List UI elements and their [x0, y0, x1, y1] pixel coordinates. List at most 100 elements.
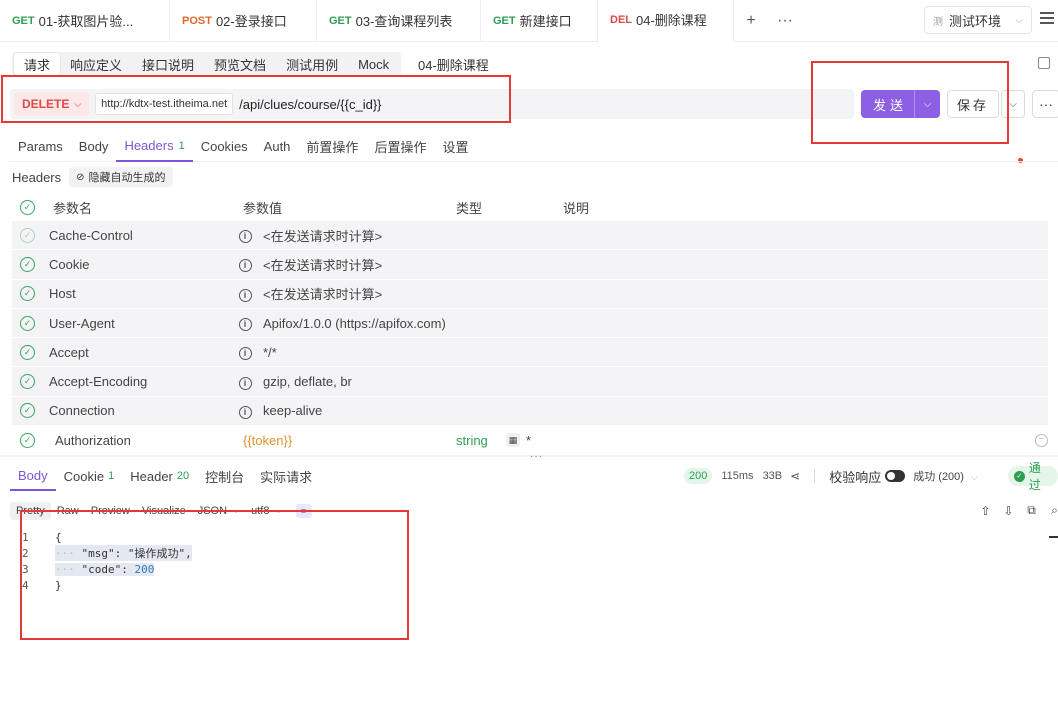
- save-dropdown-icon[interactable]: ⌵: [1001, 90, 1025, 118]
- json-value: "操作成功": [127, 547, 186, 560]
- more-options-icon[interactable]: ···: [1032, 90, 1058, 118]
- info-icon[interactable]: i: [238, 376, 252, 390]
- add-tab-icon[interactable]: +: [734, 0, 768, 42]
- view-visualize[interactable]: Visualize: [136, 502, 192, 520]
- toggle-switch[interactable]: [885, 470, 906, 482]
- tab-method: GET: [329, 14, 352, 27]
- menu-icon[interactable]: [1040, 12, 1054, 26]
- panel-splitter[interactable]: [0, 455, 1058, 457]
- download-icon[interactable]: ⇩: [997, 504, 1020, 518]
- base-url-prefix[interactable]: http://kdtx-test.itheima.net: [95, 93, 234, 115]
- header-value: <在发送请求时计算>: [263, 257, 383, 273]
- row-checkbox[interactable]: ✓: [20, 227, 35, 243]
- hide-auto-headers-button[interactable]: ⊘ 隐藏自动生成的: [69, 167, 173, 187]
- remove-row-icon[interactable]: −: [1035, 433, 1048, 447]
- view-pretty[interactable]: Pretty: [10, 502, 51, 520]
- copy-icon[interactable]: ⧉: [1020, 503, 1043, 518]
- required-star[interactable]: *: [526, 433, 531, 448]
- info-icon[interactable]: i: [238, 347, 252, 361]
- subtab-test-cases[interactable]: 测试用例: [276, 53, 348, 75]
- method-label: DELETE: [22, 97, 70, 111]
- row-checkbox[interactable]: ✓: [20, 315, 35, 331]
- status-badge: 200: [684, 468, 713, 484]
- url-path-input[interactable]: /api/clues/course/{{c_id}}: [239, 97, 381, 112]
- row-checkbox[interactable]: ✓: [20, 374, 35, 390]
- tab-body[interactable]: Body: [71, 132, 117, 162]
- tab-auth[interactable]: Auth: [256, 132, 299, 162]
- success-selector[interactable]: 成功 (200) ⌵: [913, 468, 978, 484]
- column-value: 参数值: [243, 200, 283, 216]
- response-size: 33B: [762, 470, 783, 482]
- table-row: ✓ Connection i keep-alive: [12, 396, 1048, 427]
- encoding-selector[interactable]: utf8 ⌵: [245, 502, 287, 520]
- scrollbar[interactable]: [1049, 536, 1058, 538]
- code-line: 2 ··· "msg": "操作成功",: [22, 545, 192, 561]
- tab-pre-operations[interactable]: 前置操作: [298, 132, 366, 162]
- tab-console[interactable]: 控制台: [197, 461, 252, 491]
- select-all-checkbox[interactable]: ✓: [20, 199, 35, 215]
- format-icon[interactable]: ≡: [295, 504, 312, 518]
- tab-get-captcha[interactable]: GET 01-获取图片验...: [0, 0, 170, 42]
- validate-response-toggle[interactable]: 校验响应: [829, 467, 906, 486]
- response-view-bar: Pretty Raw Preview Visualize JSON ⌵ utf8…: [10, 502, 312, 520]
- variable-icon[interactable]: ▦: [506, 433, 520, 448]
- view-raw[interactable]: Raw: [51, 502, 85, 520]
- sidebar-toggle-icon[interactable]: [1038, 57, 1050, 69]
- tab-actual-request[interactable]: 实际请求: [252, 461, 320, 491]
- format-selector[interactable]: JSON ⌵: [192, 502, 245, 520]
- tab-delete-course[interactable]: DEL 04-删除课程: [598, 0, 734, 42]
- tab-label: 02-登录接口: [215, 14, 287, 29]
- tab-headers[interactable]: Headers 1: [116, 132, 193, 162]
- tab-response-header[interactable]: Header 20: [122, 461, 197, 491]
- search-icon[interactable]: ⌕: [1043, 503, 1058, 518]
- info-icon[interactable]: i: [238, 288, 252, 302]
- tab-cookies[interactable]: Cookies: [193, 132, 256, 162]
- more-tabs-icon[interactable]: ···: [768, 0, 802, 42]
- info-icon[interactable]: i: [238, 259, 252, 273]
- tab-new-api[interactable]: GET 新建接口: [481, 0, 598, 42]
- save-button[interactable]: 保存: [947, 90, 999, 118]
- pass-badge: ✓ 通过: [1008, 461, 1058, 492]
- row-checkbox[interactable]: ✓: [20, 344, 35, 360]
- line-number: 4: [22, 578, 29, 592]
- response-tabs: Body Cookie 1 Header 20 控制台 实际请求: [10, 461, 320, 491]
- tab-course-list[interactable]: GET 03-查询课程列表: [317, 0, 481, 42]
- tab-response-body[interactable]: Body: [10, 461, 56, 491]
- tab-login[interactable]: POST 02-登录接口: [170, 0, 317, 42]
- row-checkbox[interactable]: ✓: [20, 256, 35, 272]
- header-name: User-Agent: [49, 315, 115, 331]
- header-value: <在发送请求时计算>: [263, 228, 383, 244]
- tab-post-operations[interactable]: 后置操作: [366, 132, 434, 162]
- method-selector[interactable]: DELETE ⌵: [14, 92, 90, 116]
- tab-label: 04-删除课程: [636, 13, 707, 28]
- row-checkbox[interactable]: ✓: [20, 403, 35, 419]
- drag-handle-icon[interactable]: ···: [530, 451, 543, 462]
- header-name-input[interactable]: Authorization: [35, 433, 243, 448]
- tab-params[interactable]: Params: [10, 132, 71, 162]
- info-icon[interactable]: i: [238, 230, 252, 244]
- info-icon[interactable]: i: [238, 318, 252, 332]
- subtab-request[interactable]: 请求: [14, 53, 61, 75]
- subtab-preview-doc[interactable]: 预览文档: [204, 53, 276, 75]
- header-value-input[interactable]: {{token}}: [243, 433, 456, 448]
- upload-icon[interactable]: ⇧: [974, 504, 997, 518]
- subtab-api-doc[interactable]: 接口说明: [132, 53, 204, 75]
- tab-settings[interactable]: 设置: [434, 132, 476, 162]
- send-button[interactable]: 发送 ⌵: [861, 90, 940, 118]
- chevron-down-icon: ⌵: [74, 98, 82, 109]
- share-icon[interactable]: ⋖: [790, 469, 800, 483]
- row-checkbox[interactable]: ✓: [20, 286, 35, 302]
- tab-response-cookie[interactable]: Cookie 1: [56, 461, 123, 491]
- row-checkbox[interactable]: ✓: [20, 432, 35, 448]
- environment-selector[interactable]: 测 测试环境 ⌵: [924, 6, 1032, 34]
- view-preview[interactable]: Preview: [85, 502, 136, 520]
- json-key: "msg": [81, 547, 115, 560]
- subtab-response-definition[interactable]: 响应定义: [60, 53, 132, 75]
- info-icon[interactable]: i: [238, 405, 252, 419]
- chevron-down-icon[interactable]: ⌵: [914, 90, 940, 118]
- eye-slash-icon: ⊘: [76, 171, 85, 183]
- table-row: ✓ Cookie i <在发送请求时计算>: [12, 250, 1048, 280]
- header-type[interactable]: string: [456, 433, 496, 448]
- chevron-down-icon: ⌵: [971, 472, 978, 482]
- subtab-mock[interactable]: Mock: [348, 53, 399, 75]
